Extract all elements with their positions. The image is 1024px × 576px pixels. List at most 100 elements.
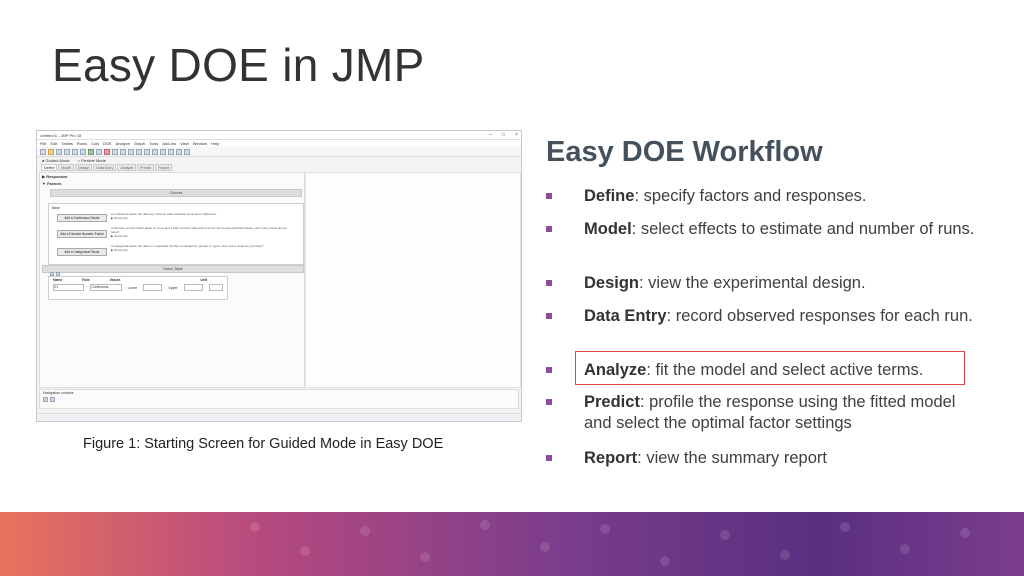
polygon-icon[interactable] xyxy=(176,148,182,155)
flexible-mode-radio[interactable]: ○ Flexible Mode xyxy=(78,158,106,163)
menu-tables[interactable]: Tables xyxy=(61,141,73,146)
term-predict: Predict xyxy=(584,393,640,411)
paste-icon[interactable] xyxy=(80,148,86,155)
menu-edit[interactable]: Edit xyxy=(50,141,57,146)
add-categorical-factor-button[interactable]: Add a Categorical Factor xyxy=(57,248,107,256)
add-continuous-factor-button[interactable]: Add a Continuous Factor xyxy=(57,214,107,222)
table-icon[interactable] xyxy=(88,148,94,155)
line-icon[interactable] xyxy=(168,148,174,155)
simple-shape-icon[interactable] xyxy=(184,148,190,155)
term-design: Design xyxy=(584,274,640,292)
jmp-window-title: Untitled 6 - JMP Pro 18 xyxy=(40,132,82,138)
back-icon[interactable] xyxy=(43,397,48,402)
term-analyze: Analyze xyxy=(584,361,647,379)
factor-name-field[interactable]: X1 xyxy=(53,284,85,291)
lower-value-field[interactable] xyxy=(142,284,163,291)
menu-analyze[interactable]: Analyze xyxy=(116,141,130,146)
tab-define[interactable]: Define xyxy=(41,164,58,171)
workflow-tabs: Define Model Design Data Entry Analyze P… xyxy=(37,164,521,171)
desc-report: : view the summary report xyxy=(637,449,827,467)
menu-rows[interactable]: Rows xyxy=(77,141,87,146)
table-row: X1 Continuous Lower Upper xyxy=(49,283,227,292)
close-icon[interactable]: × xyxy=(515,132,518,138)
col-values: Values xyxy=(109,278,121,282)
next-icon[interactable] xyxy=(50,397,55,402)
tab-design[interactable]: Design xyxy=(75,164,93,171)
bullet-icon xyxy=(546,280,552,286)
discrete-factor-desc: A discrete numeric factor takes on a low… xyxy=(111,226,287,238)
tab-report[interactable]: Report xyxy=(155,164,173,171)
continuous-hint-link[interactable]: Show Hint xyxy=(114,216,128,220)
responses-outline[interactable]: ▶ Responses xyxy=(42,174,68,179)
arrow-icon[interactable] xyxy=(112,148,118,155)
term-define: Define xyxy=(584,187,635,205)
menu-file[interactable]: File xyxy=(40,141,46,146)
copy-icon[interactable] xyxy=(72,148,78,155)
annotate-icon[interactable] xyxy=(160,148,166,155)
upper-value-field[interactable] xyxy=(183,284,204,291)
menu-doe[interactable]: DOE xyxy=(103,141,112,146)
tab-model[interactable]: Model xyxy=(58,164,75,171)
bullet-icon xyxy=(546,367,552,373)
guided-mode-label: Guided Mode xyxy=(45,158,70,163)
decor-dot xyxy=(960,528,970,538)
script-icon[interactable] xyxy=(104,148,110,155)
hand-icon[interactable] xyxy=(120,148,126,155)
tab-predict[interactable]: Predict xyxy=(137,164,155,171)
minimize-icon[interactable]: – xyxy=(489,132,492,138)
zoom-icon[interactable] xyxy=(128,148,134,155)
term-report: Report xyxy=(584,449,638,467)
guided-mode-radio[interactable]: ● Guided Mode xyxy=(42,158,70,163)
workflow-title: Easy DOE Workflow xyxy=(546,136,823,168)
menu-window[interactable]: Window xyxy=(193,141,207,146)
factor-table: Name Role Values Unit X1 Continuous Lowe… xyxy=(48,276,228,300)
chart-icon[interactable] xyxy=(96,148,102,155)
factors-label: Factors xyxy=(47,181,62,186)
save-icon[interactable] xyxy=(56,148,62,155)
add-discrete-numeric-factor-button[interactable]: Add a Discrete Numeric Factor xyxy=(57,230,107,238)
factor-table-bar[interactable]: Factor Table xyxy=(42,265,304,273)
menu-cols[interactable]: Cols xyxy=(91,141,99,146)
figure-caption: Figure 1: Starting Screen for Guided Mod… xyxy=(83,436,444,452)
categorical-desc-text: A categorical factor can take on a speci… xyxy=(111,244,264,248)
navigation-label: Navigation controls xyxy=(43,391,74,395)
navigation-controls: Navigation controls xyxy=(39,389,519,409)
decor-dot xyxy=(900,544,910,554)
bullet-icon xyxy=(546,226,552,232)
menu-add-ins[interactable]: Add-Ins xyxy=(162,141,176,146)
cut-icon[interactable] xyxy=(64,148,70,155)
discrete-hint-link[interactable]: Show Hint xyxy=(114,234,128,238)
jmp-titlebar: Untitled 6 - JMP Pro 18 – □ × xyxy=(37,131,521,140)
crosshair-icon[interactable] xyxy=(152,148,158,155)
menu-view[interactable]: View xyxy=(180,141,189,146)
lower-label: Lower xyxy=(127,285,137,290)
factor-role-field[interactable]: Continuous xyxy=(90,284,122,291)
continuous-factor-desc: A continuous factor can take any numeric… xyxy=(111,212,217,220)
desc-design: : view the experimental design. xyxy=(639,274,866,292)
bullet-icon xyxy=(546,455,552,461)
choices-bar[interactable]: Choices xyxy=(50,189,302,197)
term-data-entry: Data Entry xyxy=(584,307,667,325)
decor-dot xyxy=(600,524,610,534)
brush-icon[interactable] xyxy=(144,148,150,155)
menu-help[interactable]: Help xyxy=(211,141,219,146)
maximize-icon[interactable]: □ xyxy=(502,132,505,138)
tab-analyze[interactable]: Analyze xyxy=(117,164,137,171)
lasso-icon[interactable] xyxy=(136,148,142,155)
bullet-icon xyxy=(546,193,552,199)
menu-tools[interactable]: Tools xyxy=(149,141,158,146)
categorical-hint-link[interactable]: Show Hint xyxy=(114,248,128,252)
factors-outline[interactable]: ▼ Factors xyxy=(42,181,62,186)
tab-data-entry[interactable]: Data Entry xyxy=(93,164,117,171)
desc-analyze: : fit the model and select active terms. xyxy=(646,361,924,379)
unit-field[interactable] xyxy=(209,284,223,291)
jmp-menubar: File Edit Tables Rows Cols DOE Analyze G… xyxy=(37,140,521,147)
open-folder-icon[interactable] xyxy=(48,148,54,155)
decor-dot xyxy=(420,552,430,562)
slide-title: Easy DOE in JMP xyxy=(52,39,425,91)
desc-define: : specify factors and responses. xyxy=(634,187,867,205)
menu-graph[interactable]: Graph xyxy=(134,141,145,146)
base-label: Base xyxy=(52,206,60,210)
col-name: Name xyxy=(53,278,63,282)
new-table-icon[interactable] xyxy=(40,148,46,155)
